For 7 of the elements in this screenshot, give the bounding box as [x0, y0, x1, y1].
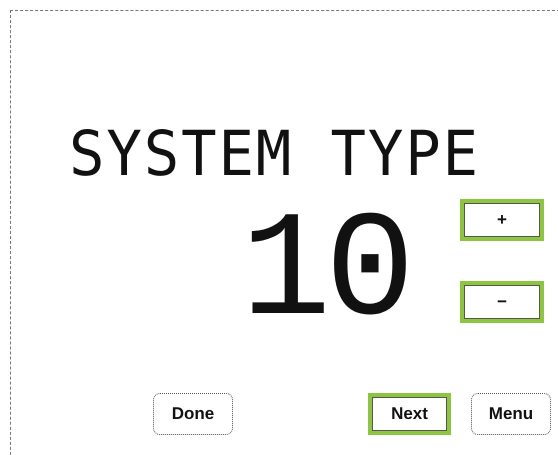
setting-title: SYSTEM TYPE: [69, 123, 481, 192]
done-button[interactable]: Done: [153, 393, 233, 435]
next-button[interactable]: Next: [368, 393, 451, 435]
increase-button[interactable]: +: [460, 199, 544, 241]
setting-value: 10: [241, 199, 410, 349]
menu-button[interactable]: Menu: [471, 393, 551, 435]
decrease-button[interactable]: −: [460, 281, 544, 323]
